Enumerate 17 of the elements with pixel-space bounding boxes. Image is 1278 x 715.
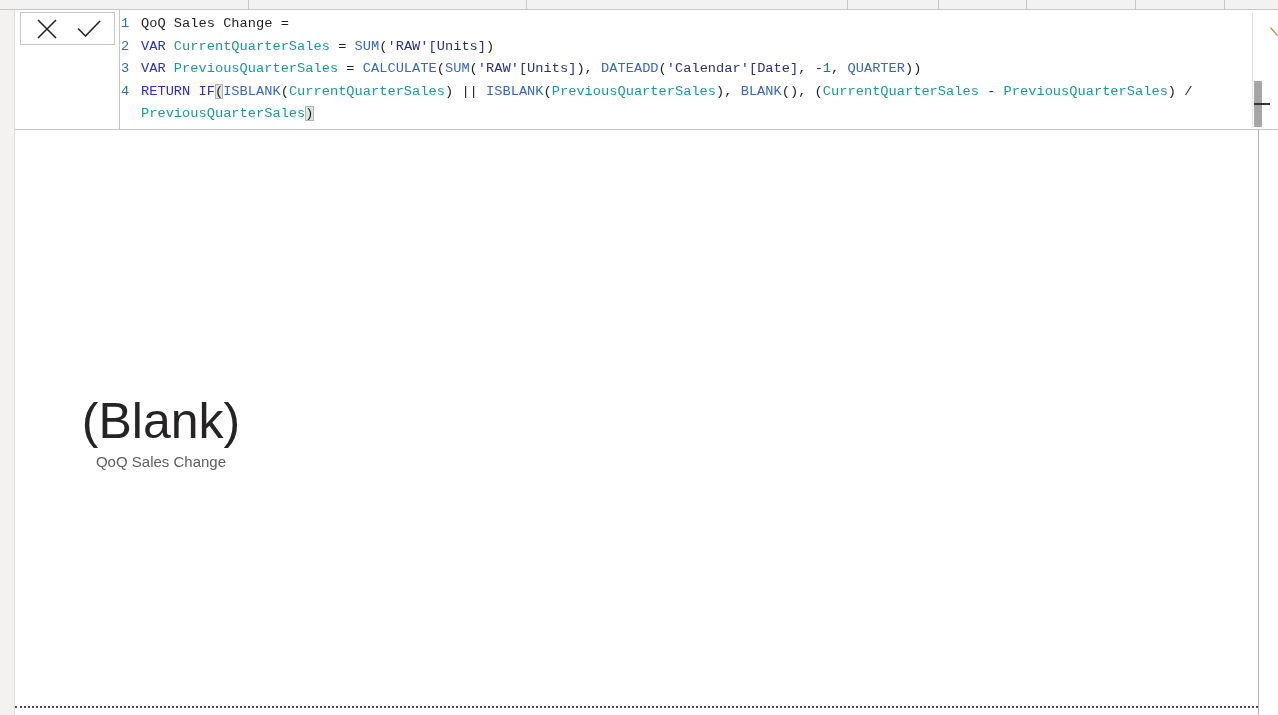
scrollbar-thumb[interactable] (1254, 81, 1262, 127)
close-icon (36, 18, 57, 39)
code-line: VAR PreviousQuarterSales = CALCULATE(SUM('RAW'[Units]), DATEADD('Calendar'[Date], -1, QUARTER)) (141, 60, 923, 78)
code-line: QoQ Sales Change = (141, 15, 290, 33)
card-label: QoQ Sales Change (95, 453, 227, 471)
code-line: VAR CurrentQuarterSales = SUM('RAW'[Units]) (141, 37, 496, 56)
line-number: 3 (120, 60, 131, 78)
formula-editor[interactable] (119, 10, 1270, 129)
check-icon (76, 20, 101, 37)
scrollbar[interactable] (1252, 13, 1270, 127)
minus-icon (1254, 103, 1270, 105)
line-number: 2 (120, 37, 131, 56)
line-number: 4 (120, 82, 131, 101)
code-line: RETURN IF(ISBLANK(CurrentQuarterSales) || ISBLANK(PreviousQuarterSales), BLANK(), (CurrentQuarterSales - PreviousQuarterSales) / PreviousQuarterSales) (141, 82, 1194, 123)
slash-icon (1270, 27, 1278, 36)
line-number: 1 (120, 15, 131, 33)
card-value: (Blank) (81, 393, 241, 449)
